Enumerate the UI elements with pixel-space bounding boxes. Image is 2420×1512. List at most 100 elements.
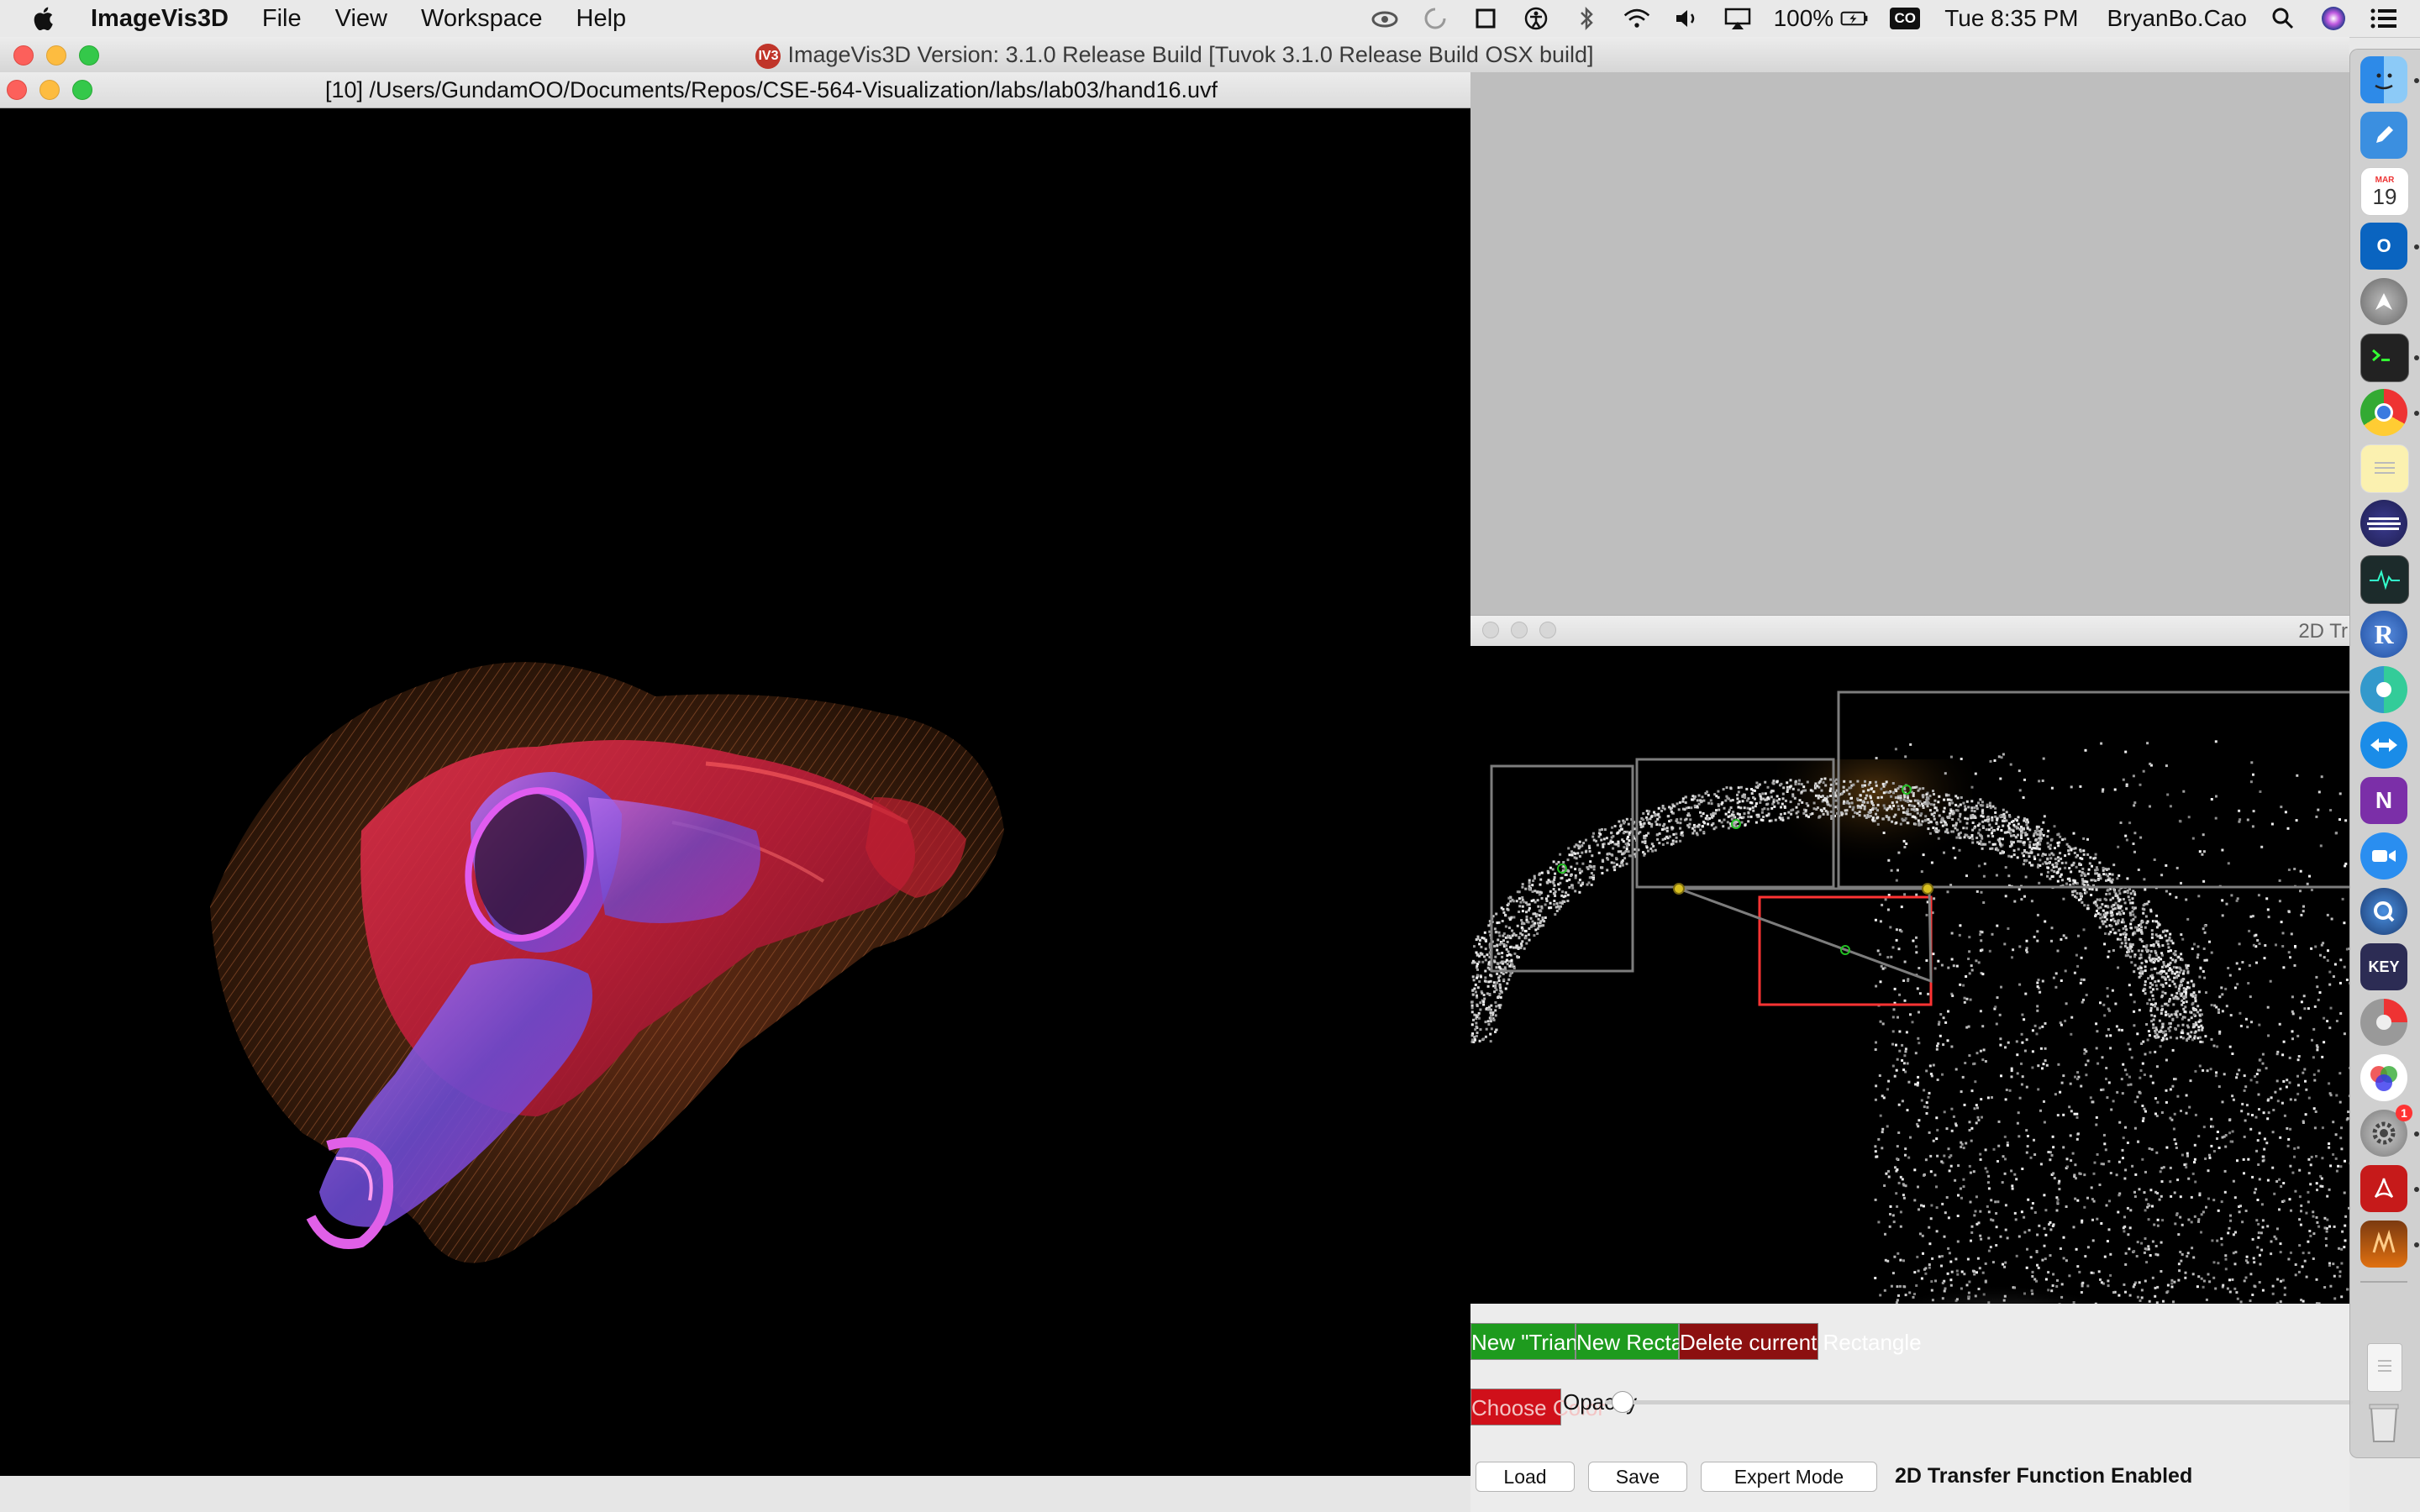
color-sync-icon[interactable] bbox=[2360, 1054, 2407, 1101]
histogram-point bbox=[2161, 1025, 2165, 1028]
delete-rectangle-button[interactable]: Delete current Rectangle bbox=[1679, 1323, 1922, 1360]
downloads-stack-icon[interactable] bbox=[2367, 1343, 2402, 1392]
menu-view[interactable]: View bbox=[335, 5, 387, 33]
histogram-point bbox=[2161, 1219, 2165, 1222]
tf-triangle-handle[interactable] bbox=[1673, 883, 1685, 895]
histogram-point bbox=[1760, 818, 1763, 822]
network-app-icon[interactable] bbox=[2360, 666, 2407, 713]
loading-spinner-icon[interactable] bbox=[1421, 6, 1449, 31]
battery-percent[interactable]: 100% bbox=[1774, 5, 1834, 32]
tf-title-bar[interactable]: 2D Tr bbox=[1470, 615, 2349, 647]
histogram-point bbox=[2035, 845, 2039, 848]
tf-minimize-button[interactable] bbox=[1511, 622, 1528, 638]
running-indicator bbox=[2414, 244, 2419, 249]
accessibility-icon[interactable] bbox=[1522, 6, 1550, 31]
running-indicator bbox=[2414, 78, 2419, 83]
histogram-point bbox=[2121, 910, 2124, 913]
outlook-icon[interactable]: O bbox=[2360, 223, 2407, 270]
histogram-point bbox=[1560, 905, 1562, 908]
notes-icon[interactable] bbox=[2360, 444, 2409, 493]
menu-clock[interactable]: Tue 8:35 PM bbox=[1944, 5, 2078, 32]
histogram-point bbox=[1927, 827, 1930, 831]
histogram-point bbox=[1624, 843, 1628, 846]
histogram-point bbox=[1478, 980, 1481, 983]
finder-icon[interactable] bbox=[2360, 56, 2407, 103]
opacity-slider-track[interactable] bbox=[1605, 1400, 2353, 1404]
histogram-point bbox=[2217, 1085, 2221, 1089]
histogram-point bbox=[2041, 1025, 2044, 1028]
tf-triangle-widget[interactable] bbox=[1678, 887, 1933, 984]
histogram-point bbox=[2144, 1247, 2147, 1251]
menu-app-name[interactable]: ImageVis3D bbox=[91, 5, 229, 33]
tf-zoom-button[interactable] bbox=[1539, 622, 1556, 638]
disk-utility-icon[interactable] bbox=[2360, 999, 2407, 1046]
histogram-point bbox=[1871, 807, 1875, 810]
histogram-point bbox=[2132, 932, 2135, 935]
menu-help[interactable]: Help bbox=[576, 5, 627, 33]
histogram-point bbox=[2173, 982, 2176, 985]
tf-triangle-handle[interactable] bbox=[1922, 883, 1933, 895]
render-title-bar[interactable]: [10] /Users/GundamOO/Documents/Repos/CSE… bbox=[0, 72, 1470, 108]
histogram-point bbox=[1681, 807, 1685, 811]
siri-icon[interactable] bbox=[2319, 6, 2348, 31]
histogram-point bbox=[2096, 1217, 2099, 1221]
calendar-icon[interactable]: MAR 19 bbox=[2360, 167, 2409, 216]
launchpad-icon[interactable] bbox=[2360, 278, 2407, 325]
imagevis3d-dock-icon[interactable] bbox=[2360, 1221, 2407, 1268]
expert-mode-button[interactable]: Expert Mode bbox=[1701, 1462, 1877, 1492]
histogram-point bbox=[2112, 903, 2116, 906]
zoom-icon[interactable] bbox=[2360, 832, 2407, 879]
histogram-point bbox=[1897, 948, 1901, 951]
new-triangle-button[interactable]: New "Triangle" bbox=[1470, 1323, 1615, 1360]
terminal-icon[interactable] bbox=[2360, 333, 2409, 382]
tf-close-button[interactable] bbox=[1482, 622, 1499, 638]
teamviewer-icon[interactable] bbox=[2360, 722, 2407, 769]
quicktime-icon[interactable] bbox=[2360, 888, 2407, 935]
eclipse-icon[interactable] bbox=[2360, 500, 2407, 547]
pencil-app-icon[interactable] bbox=[2360, 112, 2407, 159]
new-rectangle-button[interactable]: New Rectangle bbox=[1576, 1323, 1724, 1360]
tf-rectangle-widget[interactable] bbox=[1490, 764, 1634, 973]
spotlight-search-icon[interactable] bbox=[2269, 6, 2297, 31]
menu-user-name[interactable]: BryanBo.Cao bbox=[2107, 5, 2247, 32]
bluetooth-icon[interactable] bbox=[1572, 6, 1601, 31]
volume-icon[interactable] bbox=[1673, 6, 1702, 31]
histogram-point bbox=[2165, 939, 2169, 942]
airplay-icon[interactable] bbox=[1723, 6, 1752, 31]
r-app-icon[interactable]: R bbox=[2360, 611, 2407, 658]
choose-color-button[interactable]: Choose Color bbox=[1470, 1389, 1605, 1425]
save-button[interactable]: Save bbox=[1588, 1462, 1687, 1492]
histogram-point bbox=[2279, 1087, 2282, 1090]
input-source-icon[interactable]: CO bbox=[1890, 6, 1920, 31]
trash-icon[interactable] bbox=[2360, 1399, 2407, 1446]
activity-monitor-icon[interactable] bbox=[2360, 555, 2409, 604]
battery-charging-icon[interactable] bbox=[1840, 6, 1869, 31]
keynote-icon[interactable]: KEY bbox=[2360, 943, 2407, 990]
opacity-slider-handle[interactable] bbox=[1612, 1391, 1634, 1413]
tf-histogram-canvas[interactable] bbox=[1470, 646, 2349, 1304]
chrome-icon[interactable] bbox=[2360, 389, 2407, 436]
histogram-point bbox=[1945, 1127, 1949, 1131]
histogram-point bbox=[1531, 884, 1534, 887]
histogram-point bbox=[2160, 969, 2164, 973]
main-title-bar[interactable]: IV3 ImageVis3D Version: 3.1.0 Release Bui… bbox=[0, 37, 2349, 73]
histogram-point bbox=[2296, 1034, 2300, 1037]
menu-file[interactable]: File bbox=[262, 5, 302, 33]
acrobat-icon[interactable] bbox=[2360, 1165, 2407, 1212]
histogram-point bbox=[2341, 897, 2344, 900]
histogram-point bbox=[2139, 1091, 2142, 1095]
volume-render-viewport[interactable] bbox=[0, 108, 1470, 1469]
wifi-icon[interactable] bbox=[1623, 6, 1651, 31]
histogram-point bbox=[2226, 1287, 2229, 1290]
notification-center-icon[interactable] bbox=[2370, 6, 2398, 31]
menu-workspace[interactable]: Workspace bbox=[421, 5, 543, 33]
creative-cloud-icon[interactable] bbox=[1370, 6, 1399, 31]
histogram-point bbox=[2103, 897, 2107, 900]
load-button[interactable]: Load bbox=[1476, 1462, 1575, 1492]
system-preferences-icon[interactable]: 1 bbox=[2360, 1105, 2412, 1157]
histogram-point bbox=[2094, 856, 2097, 859]
histogram-point bbox=[1902, 811, 1905, 814]
screen-capture-icon[interactable] bbox=[1471, 6, 1500, 31]
apple-icon[interactable] bbox=[30, 4, 59, 33]
onenote-icon[interactable]: N bbox=[2360, 777, 2407, 824]
